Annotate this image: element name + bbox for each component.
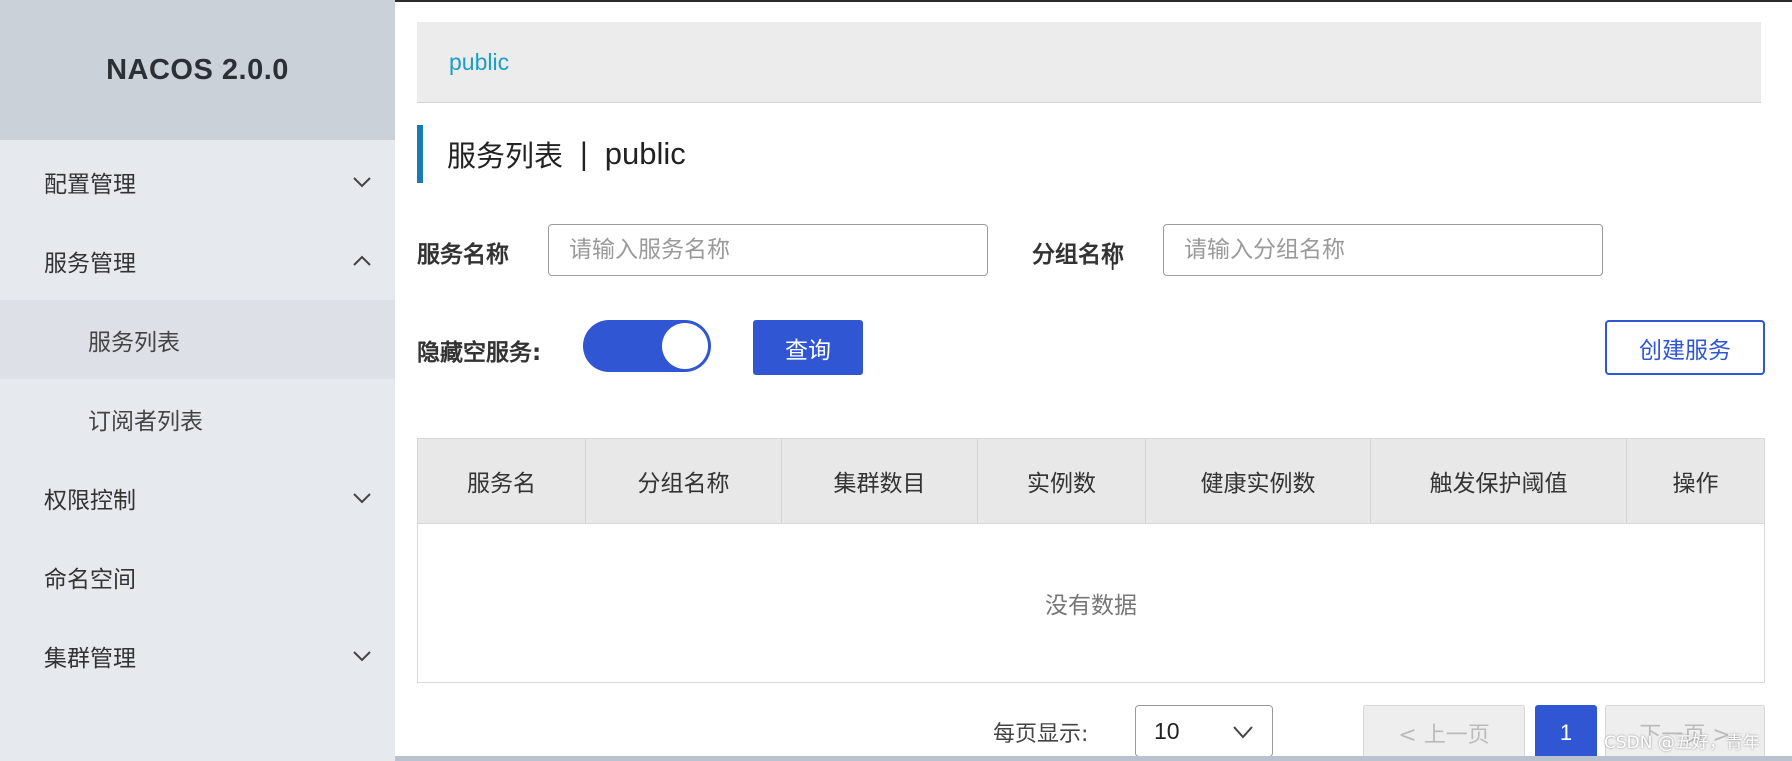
page-title: 服务列表 — [447, 139, 564, 173]
column-header-instance-count[interactable]: 实例数 — [978, 439, 1146, 523]
sidebar-item-label: 配置管理 — [44, 171, 136, 198]
group-name-input[interactable] — [1163, 224, 1603, 276]
query-button[interactable]: 查询 — [753, 320, 863, 375]
sidebar-item-service-list[interactable]: 服务列表 — [0, 300, 395, 379]
sidebar-item-cluster-management[interactable]: 集群管理 — [0, 616, 395, 695]
chevron-up-icon — [353, 255, 371, 266]
service-name-label: 服务名称 — [417, 242, 509, 268]
sidebar-item-namespace[interactable]: 命名空间 — [0, 537, 395, 616]
toggle-knob — [662, 323, 708, 369]
watermark: CSDN @五好，青年 — [1604, 733, 1760, 753]
prev-page-button[interactable]: < 上一页 — [1363, 705, 1525, 761]
namespace-bar: public — [417, 22, 1761, 103]
page-number-current[interactable]: 1 — [1535, 705, 1597, 761]
chevron-down-icon — [1233, 726, 1253, 739]
table-empty-message: 没有数据 — [1045, 593, 1137, 619]
app-logo: NACOS 2.0.0 — [0, 0, 395, 140]
table-header: 服务名 分组名称 集群数目 实例数 健康实例数 触发保护阈值 操作 — [418, 439, 1764, 524]
main-content: public 服务列表 | public 服务名称 分组名称 隐藏空服务: 查询… — [395, 0, 1792, 761]
hide-empty-services-toggle[interactable] — [583, 320, 711, 372]
hide-empty-services-label: 隐藏空服务: — [417, 340, 542, 366]
sidebar-item-label: 集群管理 — [44, 645, 136, 672]
column-header-service-name[interactable]: 服务名 — [418, 439, 586, 523]
column-header-healthy-instance-count[interactable]: 健康实例数 — [1146, 439, 1371, 523]
sidebar-item-label: 服务管理 — [44, 250, 136, 277]
column-header-actions: 操作 — [1672, 471, 1719, 497]
service-name-input[interactable] — [548, 224, 988, 276]
page-title-bar: 服务列表 | public — [417, 125, 686, 183]
sidebar-item-label: 服务列表 — [88, 329, 180, 356]
page-namespace: public — [604, 136, 686, 171]
sidebar-item-config-management[interactable]: 配置管理 — [0, 142, 395, 221]
chevron-down-icon — [353, 650, 371, 661]
sidebar-item-access-control[interactable]: 权限控制 — [0, 458, 395, 537]
service-table: 服务名 分组名称 集群数目 实例数 健康实例数 触发保护阈值 操作 没有数据 — [417, 438, 1765, 683]
sidebar-item-label: 权限控制 — [44, 487, 136, 514]
create-service-button[interactable]: 创建服务 — [1605, 320, 1765, 375]
sidebar-item-subscriber-list[interactable]: 订阅者列表 — [0, 379, 395, 458]
column-header-group-name[interactable]: 分组名称 — [586, 439, 782, 523]
bottom-border — [395, 756, 1792, 761]
title-accent-bar — [417, 125, 423, 183]
sidebar-item-service-management[interactable]: 服务管理 — [0, 221, 395, 300]
sidebar-item-label: 订阅者列表 — [88, 408, 203, 435]
column-header-protect-threshold[interactable]: 触发保护阈值 — [1371, 439, 1627, 523]
page-size-value: 10 — [1154, 717, 1180, 744]
sidebar-item-label: 命名空间 — [44, 566, 136, 593]
per-page-label: 每页显示: — [993, 722, 1089, 747]
text-cursor-icon: I — [1110, 254, 1116, 275]
sidebar: NACOS 2.0.0 配置管理 服务管理 服务列表 订阅者列表 权限控制 命名… — [0, 0, 395, 761]
chevron-down-icon — [353, 176, 371, 187]
title-separator: | — [579, 137, 589, 171]
column-header-cluster-count[interactable]: 集群数目 — [782, 439, 978, 523]
chevron-down-icon — [353, 492, 371, 503]
page-size-select[interactable]: 10 — [1135, 705, 1273, 757]
namespace-link-public[interactable]: public — [449, 49, 509, 76]
